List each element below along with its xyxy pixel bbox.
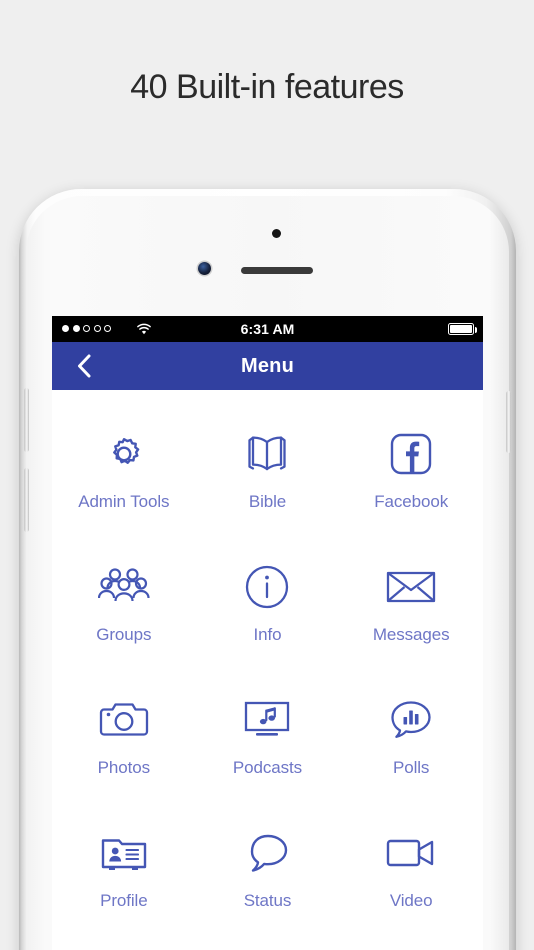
menu-item-label: Photos — [97, 758, 150, 777]
facebook-icon — [383, 428, 439, 480]
menu-item-bible[interactable]: Bible — [196, 412, 340, 545]
volume-down-button[interactable] — [24, 468, 29, 532]
power-button[interactable] — [506, 391, 511, 453]
phone-body: 6:31 AM Menu Admin Tools Bible Facebook … — [24, 196, 511, 950]
menu-item-info[interactable]: Info — [196, 545, 340, 678]
menu-item-label: Video — [389, 891, 433, 910]
proximity-sensor-icon — [272, 229, 281, 238]
earpiece-speaker-icon — [241, 267, 313, 274]
status-bar: 6:31 AM — [52, 316, 483, 342]
menu-item-label: Status — [243, 891, 292, 910]
battery-full-icon — [448, 323, 478, 335]
menu-item-groups[interactable]: Groups — [52, 545, 196, 678]
menu-item-facebook[interactable]: Facebook — [339, 412, 483, 545]
monitor-music-note-icon — [239, 694, 295, 746]
menu-item-podcasts[interactable]: Podcasts — [196, 678, 340, 811]
menu-grid: Admin Tools Bible Facebook Groups Info M… — [52, 390, 483, 944]
page-title: 40 Built-in features — [130, 68, 404, 106]
menu-item-messages[interactable]: Messages — [339, 545, 483, 678]
speech-bubble-icon — [239, 827, 295, 879]
menu-item-label: Polls — [392, 758, 430, 777]
menu-item-label: Messages — [372, 625, 450, 644]
volume-up-button[interactable] — [24, 388, 29, 452]
menu-item-video[interactable]: Video — [339, 811, 483, 944]
nav-bar-title: Menu — [240, 355, 295, 377]
nav-bar: Menu — [52, 342, 483, 390]
video-camera-icon — [383, 827, 439, 879]
back-button[interactable] — [62, 342, 106, 390]
menu-item-label: Profile — [100, 891, 148, 910]
phone-screen: 6:31 AM Menu Admin Tools Bible Facebook … — [52, 316, 483, 950]
gear-icon — [96, 428, 152, 480]
menu-item-label: Groups — [96, 625, 152, 644]
open-book-icon — [239, 428, 295, 480]
menu-item-profile[interactable]: Profile — [52, 811, 196, 944]
menu-item-photos[interactable]: Photos — [52, 678, 196, 811]
front-camera-icon — [198, 262, 211, 275]
chevron-left-icon — [78, 354, 91, 378]
screenshot-stage: 40 Built-in features 6:31 AM Menu Admin … — [0, 0, 534, 950]
menu-item-status[interactable]: Status — [196, 811, 340, 944]
info-circle-icon — [239, 561, 295, 613]
menu-item-label: Bible — [248, 492, 287, 511]
menu-item-polls[interactable]: Polls — [339, 678, 483, 811]
menu-item-label: Facebook — [374, 492, 449, 511]
id-card-icon — [96, 827, 152, 879]
camera-icon — [96, 694, 152, 746]
menu-item-label: Podcasts — [232, 758, 303, 777]
envelope-icon — [383, 561, 439, 613]
menu-item-label: Info — [253, 625, 282, 644]
phone-device: 6:31 AM Menu Admin Tools Bible Facebook … — [19, 189, 516, 950]
people-group-icon — [96, 561, 152, 613]
menu-item-admin-tools[interactable]: Admin Tools — [52, 412, 196, 545]
status-bar-time: 6:31 AM — [240, 321, 295, 337]
speech-bubble-bar-chart-icon — [383, 694, 439, 746]
menu-item-label: Admin Tools — [78, 492, 170, 511]
